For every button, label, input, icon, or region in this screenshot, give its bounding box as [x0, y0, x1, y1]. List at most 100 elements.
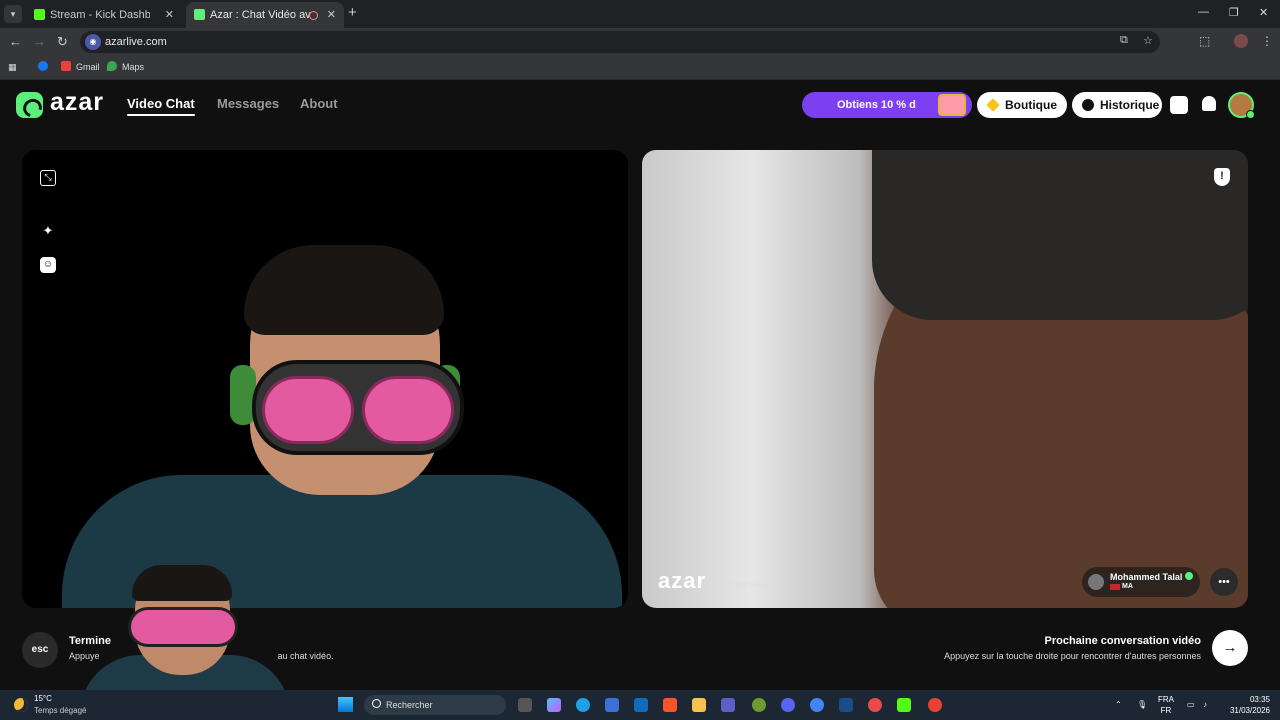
recording-icon — [309, 11, 318, 20]
copilot-icon[interactable] — [547, 698, 561, 712]
weather-desc[interactable]: Temps dégagé — [34, 706, 86, 715]
notification-bell-icon[interactable] — [1202, 96, 1216, 111]
azar-logo-icon — [16, 92, 43, 118]
chat-bubble-button[interactable]: ••• — [1210, 568, 1238, 596]
report-shield-icon[interactable]: ! — [1214, 168, 1230, 186]
menu-icon[interactable]: ⋮ — [1261, 34, 1273, 48]
app-icon[interactable] — [752, 698, 766, 712]
azar-favicon-icon — [194, 9, 205, 20]
chevron-up-icon[interactable]: ⌃ — [1115, 699, 1122, 710]
tab-azar[interactable]: Azar : Chat Vidéo avec de ✕ — [186, 2, 344, 28]
history-label: Historique — [1100, 98, 1160, 112]
shop-label: Boutique — [1005, 98, 1057, 112]
kick-icon — [34, 9, 45, 20]
verified-icon — [1185, 572, 1194, 580]
minimize-button[interactable]: — — [1198, 6, 1209, 18]
language-indicator[interactable]: FRA FR — [1158, 694, 1174, 716]
maps-icon — [107, 61, 117, 71]
wallet-icon[interactable] — [1170, 96, 1188, 114]
reload-button[interactable]: ↻ — [57, 34, 68, 50]
streamer-webcam-overlay — [80, 565, 290, 690]
promo-label: Obtiens 10 % d — [837, 99, 916, 111]
close-tab-icon[interactable]: ✕ — [327, 2, 336, 28]
omnibox[interactable]: ◉ azarlive.com ☆ ⧉ — [80, 31, 1160, 53]
country-code: MA — [1122, 583, 1133, 590]
esc-key-button[interactable]: esc — [22, 632, 58, 668]
nav-about[interactable]: About — [300, 96, 338, 111]
bookmark-star-icon[interactable]: ☆ — [1143, 34, 1153, 47]
remote-user-name-row: Mohammed Talal — [1110, 572, 1194, 582]
watermark-id: ZYV8jUH3uw — [726, 582, 769, 589]
weather-temp[interactable]: 15°C — [34, 694, 52, 703]
microphone-icon[interactable]: 🎙 — [1137, 699, 1147, 710]
morocco-flag-icon — [1110, 584, 1120, 590]
self-video-panel: ⤡ ✦ ☺ — [22, 150, 628, 608]
url-text[interactable]: azarlive.com — [105, 31, 167, 53]
address-bar: ← → ↻ ◉ azarlive.com ☆ ⧉ ⬚ ⋮ — [0, 28, 1280, 56]
user-avatar[interactable] — [1228, 92, 1255, 119]
app-icon[interactable] — [868, 698, 882, 712]
next-chat-hint: Appuyez sur la touche droite pour rencon… — [944, 651, 1201, 661]
tab-title: Stream - Kick Dashboard — [50, 9, 150, 21]
network-icon[interactable]: ▭ — [1187, 699, 1195, 710]
remote-user-chip[interactable]: Mohammed Talal MA — [1082, 567, 1200, 597]
forward-button[interactable]: → — [33, 34, 46, 49]
bookmark-gmail[interactable]: Gmail — [61, 56, 100, 78]
magic-wand-icon[interactable]: ✦ — [40, 223, 56, 239]
shop-button[interactable]: Boutique — [977, 92, 1067, 118]
install-app-icon[interactable]: ⧉ — [1120, 34, 1128, 47]
bookmark-facebook[interactable] — [38, 56, 53, 78]
windows-start-icon[interactable] — [338, 697, 353, 712]
brave-icon[interactable] — [663, 698, 677, 712]
store-icon[interactable] — [605, 698, 619, 712]
chrome-profile-icon[interactable] — [928, 698, 942, 712]
taskbar-search[interactable]: Rechercher — [364, 695, 506, 715]
close-tab-icon[interactable]: ✕ — [165, 2, 174, 28]
task-view-icon[interactable] — [518, 698, 532, 712]
restore-button[interactable]: ❐ — [1229, 6, 1239, 19]
edge-icon[interactable] — [576, 698, 590, 712]
gift-icon — [938, 94, 966, 116]
bookmark-maps[interactable]: Maps — [107, 56, 144, 78]
moon-weather-icon[interactable] — [14, 698, 28, 712]
remote-video-panel: ! azar ZYV8jUH3uw Mohammed Talal MA ••• — [642, 150, 1248, 608]
remote-user-name: Mohammed Talal — [1110, 572, 1183, 582]
nav-video-chat[interactable]: Video Chat — [127, 96, 195, 116]
kick-icon[interactable] — [897, 698, 911, 712]
apps-grid-icon[interactable]: ▦ — [8, 56, 17, 78]
azar-watermark: azar — [658, 568, 707, 593]
new-tab-button[interactable]: + — [348, 4, 357, 21]
history-button[interactable]: Historique — [1072, 92, 1162, 118]
online-status-dot — [1246, 110, 1255, 119]
next-arrow-button[interactable]: → — [1212, 630, 1248, 666]
search-placeholder: Rechercher — [386, 700, 433, 710]
bookmarks-bar: ▦ Gmail Maps — [0, 56, 1280, 80]
promo-button[interactable]: Obtiens 10 % d — [802, 92, 972, 118]
extensions-icon[interactable]: ⬚ — [1199, 34, 1210, 48]
teams-icon[interactable] — [721, 698, 735, 712]
diving-mask-filter — [252, 360, 464, 455]
next-chat-title: Prochaine conversation vidéo — [1044, 635, 1202, 647]
logo-text: azar — [50, 88, 105, 116]
self-camera-image — [62, 245, 622, 608]
clock[interactable]: 03:35 31/03/2026 — [1226, 694, 1270, 716]
outlook-icon[interactable] — [634, 698, 648, 712]
azar-app: azar Video Chat Messages About Obtiens 1… — [0, 80, 1280, 690]
volume-icon[interactable]: ♪ — [1203, 699, 1207, 710]
search-icon — [372, 699, 381, 708]
remote-beanie — [872, 150, 1248, 320]
minimize-video-icon[interactable]: ⤡ — [40, 170, 56, 186]
discord-icon[interactable] — [781, 698, 795, 712]
site-info-icon[interactable]: ◉ — [85, 34, 101, 50]
tab-kick-dashboard[interactable]: Stream - Kick Dashboard ✕ — [26, 2, 182, 28]
nav-messages[interactable]: Messages — [217, 96, 279, 111]
gmail-icon — [61, 61, 71, 71]
chrome-icon[interactable] — [810, 698, 824, 712]
close-window-button[interactable]: ✕ — [1259, 6, 1268, 19]
profile-avatar[interactable] — [1234, 34, 1248, 48]
steam-icon[interactable] — [839, 698, 853, 712]
back-button[interactable]: ← — [9, 34, 22, 49]
face-filter-icon[interactable]: ☺ — [40, 257, 56, 273]
file-explorer-icon[interactable] — [692, 698, 706, 712]
tab-search-button[interactable]: ▾ — [4, 5, 22, 23]
